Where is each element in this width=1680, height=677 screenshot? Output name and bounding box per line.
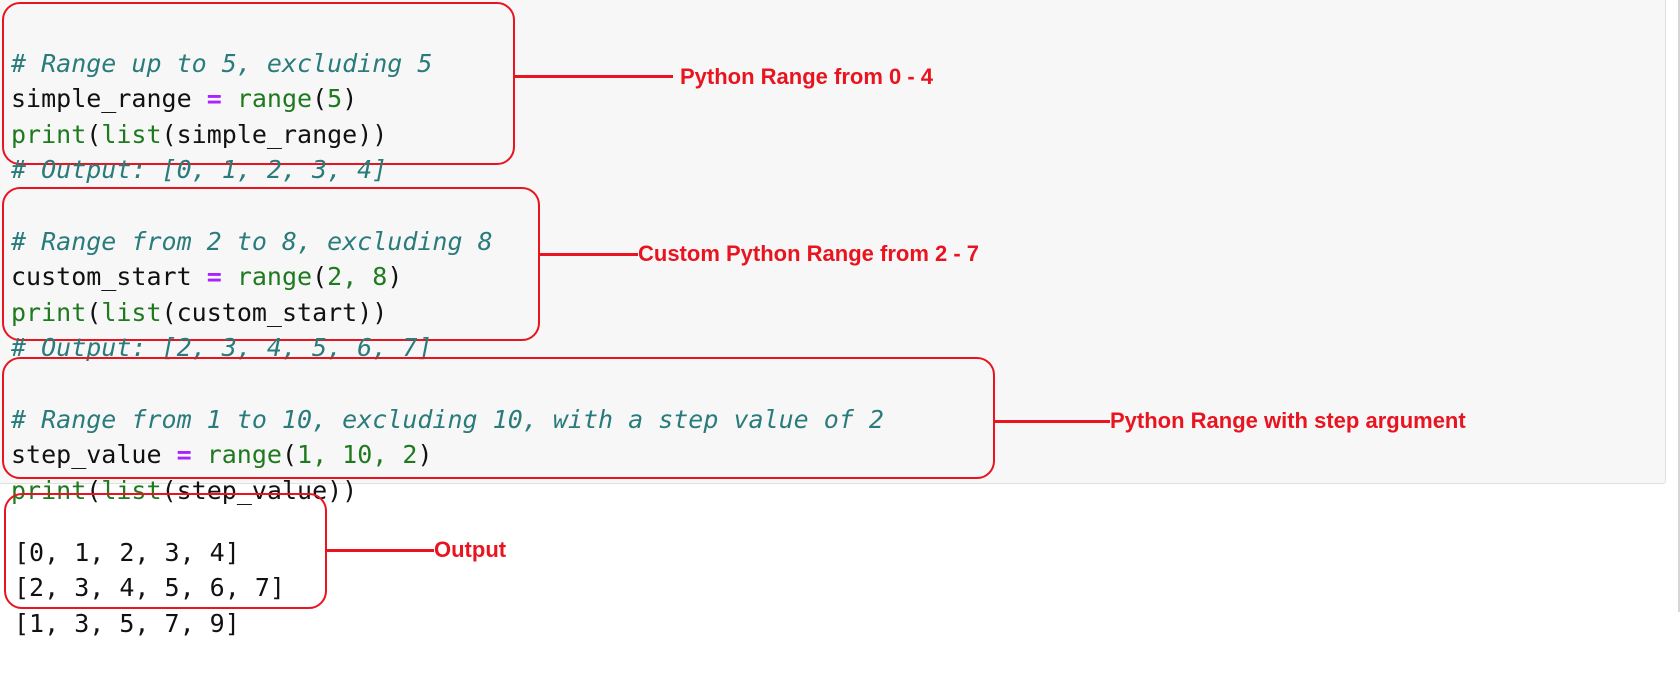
code-line-assign: simple_range = range(5) <box>11 84 358 113</box>
annotation-label: Python Range from 0 - 4 <box>680 64 934 89</box>
code-line-assign: step_value = range(1, 10, 2) <box>11 440 433 469</box>
annotation-connector <box>327 549 434 552</box>
output-line: [1, 3, 5, 7, 9] <box>14 608 240 638</box>
output-line: [0, 1, 2, 3, 4] <box>14 537 240 567</box>
output-line: [2, 3, 4, 5, 6, 7] <box>14 573 285 602</box>
annotation-label: Output <box>434 537 507 562</box>
code-line-print: print(list(simple_range)) <box>11 119 388 149</box>
annotation-connector <box>515 75 673 78</box>
annotation-connector <box>995 420 1110 423</box>
output-area: [0, 1, 2, 3, 4] [2, 3, 4, 5, 6, 7] [1, 3, … <box>14 499 285 677</box>
code-comment: # Range up to 5, excluding 5 <box>11 48 433 78</box>
annotation-connector <box>540 253 638 256</box>
annotation-label: Custom Python Range from 2 - 7 <box>638 241 980 266</box>
code-line-print: print(list(custom_start)) <box>11 297 388 327</box>
code-comment: # Range from 2 to 8, excluding 8 <box>11 226 493 256</box>
annotation-label: Python Range with step argument <box>1110 408 1466 433</box>
code-comment-output: # Output: [0, 1, 2, 3, 4] <box>11 155 388 184</box>
code-line-assign: custom_start = range(2, 8) <box>11 262 403 291</box>
code-comment: # Range from 1 to 10, excluding 10, with… <box>11 404 884 434</box>
